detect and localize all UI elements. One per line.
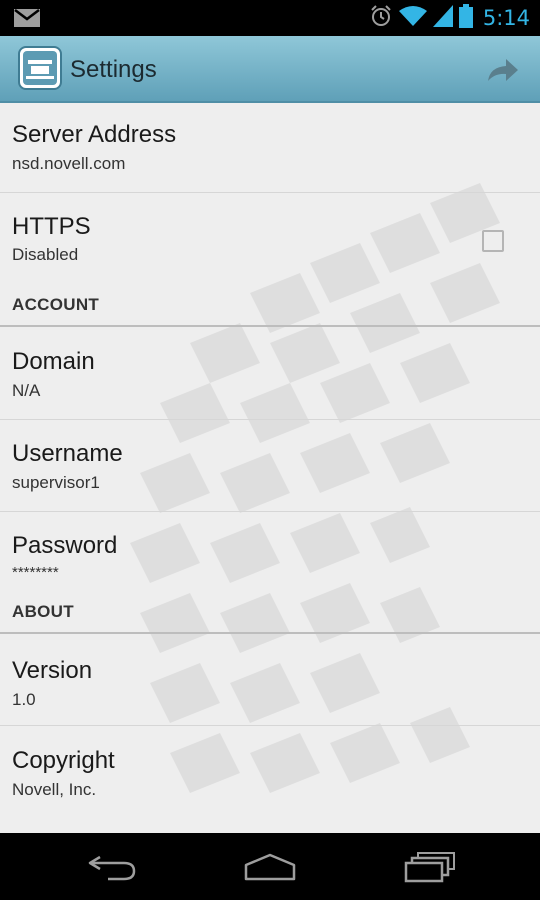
wifi-icon (398, 5, 427, 32)
share-icon[interactable] (486, 55, 520, 85)
gmail-notification-icon (14, 9, 40, 32)
copyright-value: Novell, Inc. (12, 780, 97, 799)
username-value: supervisor1 (12, 473, 100, 492)
about-section-header: ABOUT (0, 590, 540, 634)
novell-app-icon[interactable] (18, 46, 62, 90)
version-item[interactable]: Version 1.0 (0, 634, 540, 726)
home-icon[interactable] (240, 849, 300, 885)
about-header-label: ABOUT (12, 602, 74, 621)
account-header-label: ACCOUNT (12, 295, 100, 314)
navigation-bar (0, 833, 540, 900)
back-icon[interactable] (84, 849, 144, 885)
action-bar: Settings (0, 36, 540, 103)
page-title: Settings (70, 56, 157, 83)
status-bar: 5:14 (0, 0, 540, 36)
server-address-title: Server Address (12, 121, 177, 148)
version-title: Version (12, 657, 93, 684)
settings-list-container: Server Address nsd.novell.com HTTPS Disa… (0, 103, 540, 833)
username-title: Username (12, 440, 123, 467)
battery-icon (458, 3, 473, 33)
username-item[interactable]: Username supervisor1 (0, 420, 540, 512)
password-title: Password (12, 532, 118, 559)
cell-signal-icon (432, 4, 453, 32)
https-title: HTTPS (12, 213, 91, 240)
domain-item[interactable]: Domain N/A (0, 327, 540, 420)
domain-title: Domain (12, 348, 95, 375)
copyright-title: Copyright (12, 747, 115, 774)
https-checkbox[interactable] (482, 230, 504, 252)
account-section-header: ACCOUNT (0, 283, 540, 327)
alarm-icon (369, 4, 393, 33)
server-address-item[interactable]: Server Address nsd.novell.com (0, 103, 540, 193)
recent-apps-icon[interactable] (398, 849, 458, 885)
https-status: Disabled (12, 245, 79, 264)
copyright-item[interactable]: Copyright Novell, Inc. (0, 726, 540, 820)
password-value: ******** (12, 564, 59, 581)
version-value: 1.0 (12, 690, 36, 709)
domain-value: N/A (12, 381, 41, 400)
settings-list: Server Address nsd.novell.com HTTPS Disa… (0, 103, 540, 820)
server-address-value: nsd.novell.com (12, 154, 126, 173)
clock-time: 5:14 (482, 6, 530, 30)
